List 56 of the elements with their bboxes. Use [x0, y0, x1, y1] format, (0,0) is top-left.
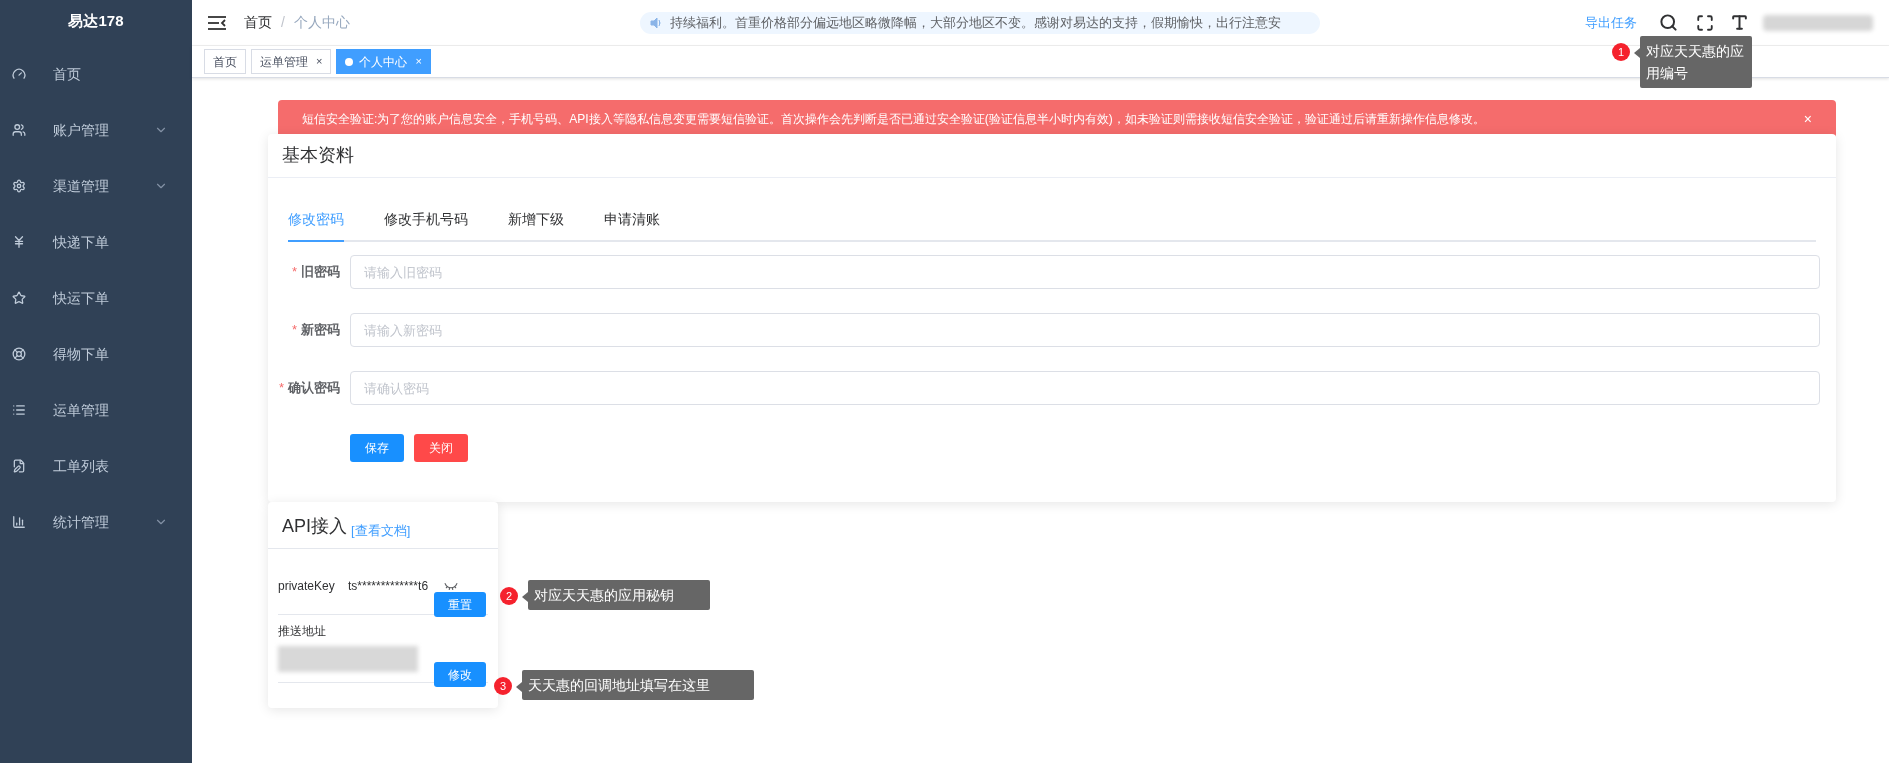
- number-badge: 3: [494, 677, 512, 695]
- annotation-tooltip: 天天惠的回调地址填写在这里: [522, 670, 754, 700]
- number-badge: 1: [1612, 43, 1630, 61]
- card-title: 基本资料: [282, 144, 354, 167]
- sidebar-item[interactable]: 运单管理: [0, 382, 192, 438]
- document-icon: [12, 459, 26, 473]
- key-label: privateKey: [278, 578, 336, 595]
- sidebar-item[interactable]: 得物下单: [0, 326, 192, 382]
- sidebar-item[interactable]: 快运下单: [0, 270, 192, 326]
- sidebar-item[interactable]: 账户管理: [0, 102, 192, 158]
- sidebar-item[interactable]: 首页: [0, 46, 192, 102]
- star-icon: [12, 291, 26, 305]
- close-button[interactable]: 关闭: [414, 434, 468, 462]
- annotation-tooltip: 对应天天惠的应用秘钥: [528, 580, 710, 610]
- card-title: API接入: [282, 515, 347, 538]
- form-tab[interactable]: 修改手机号码: [384, 209, 468, 242]
- yen-icon: [12, 235, 26, 249]
- breadcrumb-current: 个人中心: [293, 13, 350, 32]
- page-tab[interactable]: 首页: [204, 49, 246, 74]
- password-field[interactable]: 请输入旧密码: [350, 255, 1820, 289]
- required-mark: *: [291, 321, 297, 340]
- field-label: 确认密码: [288, 379, 340, 398]
- lifebuoy-icon: [12, 347, 26, 361]
- menu-fold-icon[interactable]: [208, 15, 226, 30]
- password-field[interactable]: 请确认密码: [350, 371, 1820, 405]
- sidebar-item[interactable]: 工单列表: [0, 438, 192, 494]
- key-value: ts*************t6: [348, 578, 429, 595]
- speaker-icon: [649, 16, 662, 29]
- sidebar-item[interactable]: 统计管理: [0, 494, 192, 550]
- password-field[interactable]: 请输入新密码: [350, 313, 1820, 347]
- number-badge: 2: [500, 587, 518, 605]
- font-size-icon[interactable]: [1730, 13, 1749, 32]
- breadcrumb-link[interactable]: 首页: [244, 12, 272, 33]
- annotation-tooltip: 对应天天惠的应用编号: [1640, 36, 1752, 88]
- tab-close[interactable]: ×: [316, 53, 323, 70]
- push-url-label: 推送地址: [278, 623, 327, 640]
- form-tab[interactable]: 新增下级: [508, 209, 564, 242]
- alert-message: 短信安全验证:为了您的账户信息安全，手机号码、API接入等隐私信息变更需要短信验证。首次操作会先判断是否已通过安全验证(验证信息半小时内有效)，如未验证则需接收短信安全验证，验证通过后请重新操作信息修改。: [302, 111, 1485, 128]
- list-icon: [12, 403, 26, 417]
- sidebar-item[interactable]: 快递下单: [0, 214, 192, 270]
- gauge-icon: [12, 67, 26, 81]
- bar-chart-icon: [12, 515, 26, 529]
- page-tab[interactable]: 运单管理 ×: [251, 49, 332, 74]
- required-mark: *: [291, 263, 297, 282]
- logo-text: 易达178: [67, 10, 125, 31]
- field-label: 新密码: [301, 321, 340, 340]
- sidebar-item[interactable]: 渠道管理: [0, 158, 192, 214]
- fullscreen-icon[interactable]: [1696, 13, 1714, 32]
- notice-text: 持续福利。首重价格部分偏远地区略微降幅，大部分地区不变。感谢对易达的支持，假期愉快，出行注意安: [669, 13, 1281, 32]
- search-icon[interactable]: [1659, 13, 1678, 32]
- users-icon: [12, 123, 26, 137]
- form-tab[interactable]: 申请清账: [604, 209, 660, 242]
- field-label: 旧密码: [301, 263, 340, 282]
- gear-icon: [12, 179, 26, 193]
- breadcrumb-separator: /: [281, 13, 285, 32]
- required-mark: *: [278, 379, 284, 398]
